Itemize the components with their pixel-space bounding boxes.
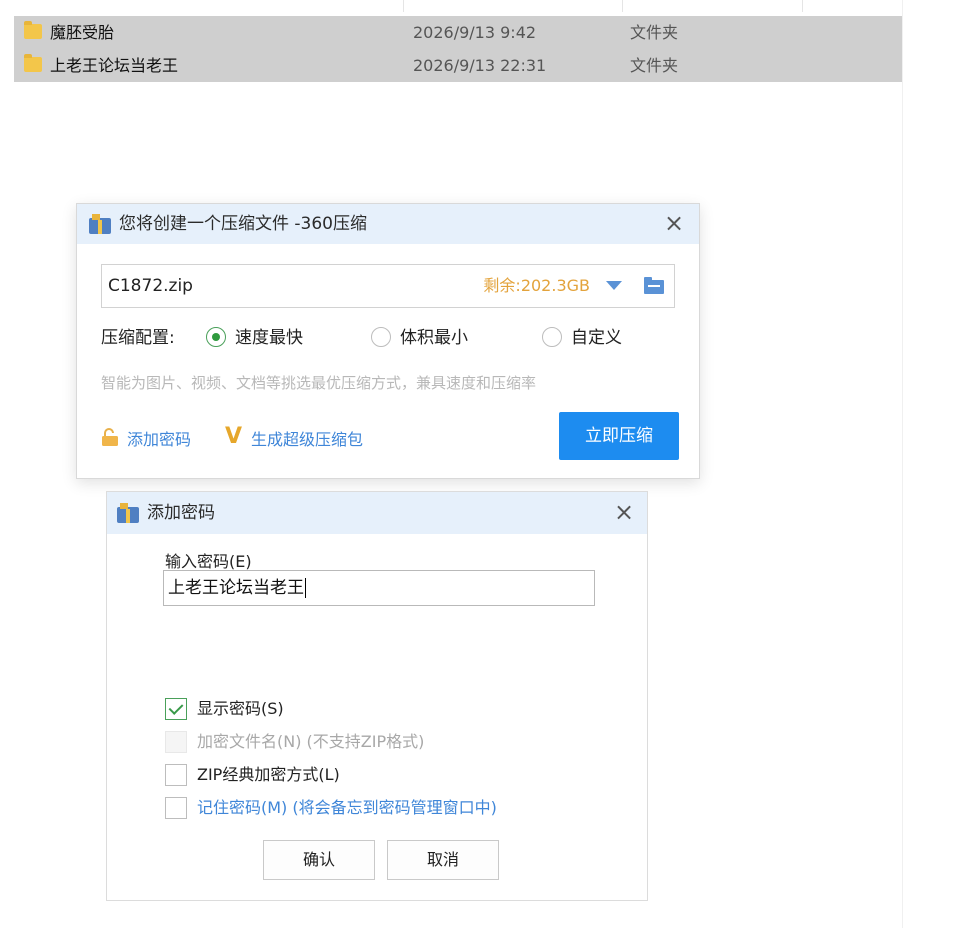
checkbox-label: ZIP经典加密方式(L) (197, 765, 340, 784)
file-name: 魔胚受胎 (50, 23, 115, 42)
radio-unchecked-icon (542, 327, 562, 347)
checkbox-disabled-icon (165, 731, 187, 753)
compress-dialog: 您将创建一个压缩文件 -360压缩 × C1872.zip 剩余:202.3GB… (76, 203, 700, 479)
file-date: 2026/9/13 9:42 (413, 23, 537, 42)
radio-label: 自定义 (571, 328, 622, 348)
file-list: 魔胚受胎 2026/9/13 9:42 文件夹 上老王论坛当老王 2026/9/… (14, 16, 902, 82)
file-row[interactable]: 上老王论坛当老王 2026/9/13 22:31 文件夹 (14, 49, 902, 82)
dialog-titlebar[interactable]: 您将创建一个压缩文件 -360压缩 × (77, 204, 699, 244)
checkbox-unchecked-icon (165, 797, 187, 819)
compress-now-button[interactable]: 立即压缩 (559, 412, 679, 460)
checkbox-checked-icon (165, 698, 187, 720)
compress-config-row: 压缩配置: 速度最快 体积最小 自定义 (101, 324, 681, 352)
add-password-dialog: 添加密码 × 输入密码(E) 上老王论坛当老王 显示密码(S) 加密文件名(N)… (106, 491, 648, 901)
archive-filename: C1872.zip (108, 276, 193, 296)
folder-icon (24, 21, 42, 39)
checkbox-label: 记住密码(M) (将会备忘到密码管理窗口中) (197, 798, 497, 817)
dialog-title: 您将创建一个压缩文件 -360压缩 (119, 214, 367, 234)
file-name: 上老王论坛当老王 (50, 56, 179, 75)
radio-label: 体积最小 (400, 328, 468, 348)
super-package-label: 生成超级压缩包 (251, 430, 364, 449)
add-password-label: 添加密码 (127, 430, 192, 449)
compress-hint: 智能为图片、视频、文档等挑选最优压缩方式，兼具速度和压缩率 (101, 374, 537, 392)
window-edge (902, 0, 903, 928)
free-space-label: 剩余:202.3GB (483, 276, 590, 295)
password-label: 输入密码(E) (165, 552, 252, 571)
text-caret (305, 578, 306, 598)
dialog-titlebar[interactable]: 添加密码 × (107, 492, 647, 534)
password-value: 上老王论坛当老王 (168, 578, 304, 598)
checkbox-label: 显示密码(S) (197, 699, 284, 718)
cancel-button[interactable]: 取消 (387, 840, 499, 880)
config-label: 压缩配置: (101, 328, 175, 348)
chevron-down-icon[interactable] (606, 281, 622, 290)
file-date: 2026/9/13 22:31 (413, 56, 547, 75)
close-icon[interactable]: × (663, 211, 685, 235)
column-divider (802, 0, 803, 12)
column-divider (403, 0, 404, 12)
checkbox-label: 加密文件名(N) (不支持ZIP格式) (197, 732, 425, 751)
checkbox-unchecked-icon (165, 764, 187, 786)
archive-path-field[interactable]: C1872.zip 剩余:202.3GB (101, 264, 675, 308)
column-divider (622, 0, 623, 12)
archive-app-icon (89, 214, 111, 234)
close-icon[interactable]: × (613, 500, 635, 524)
file-type: 文件夹 (630, 56, 679, 75)
dialog-title: 添加密码 (147, 503, 215, 523)
file-row[interactable]: 魔胚受胎 2026/9/13 9:42 文件夹 (14, 16, 902, 49)
archive-app-icon (117, 503, 139, 523)
vip-icon: V (225, 424, 243, 449)
ok-button[interactable]: 确认 (263, 840, 375, 880)
radio-checked-icon (206, 327, 226, 347)
file-type: 文件夹 (630, 23, 679, 42)
radio-label: 速度最快 (235, 328, 303, 348)
folder-icon (24, 54, 42, 72)
radio-unchecked-icon (371, 327, 391, 347)
unlock-icon (102, 428, 118, 446)
browse-folder-icon[interactable] (644, 277, 664, 294)
password-input[interactable]: 上老王论坛当老王 (163, 570, 595, 606)
